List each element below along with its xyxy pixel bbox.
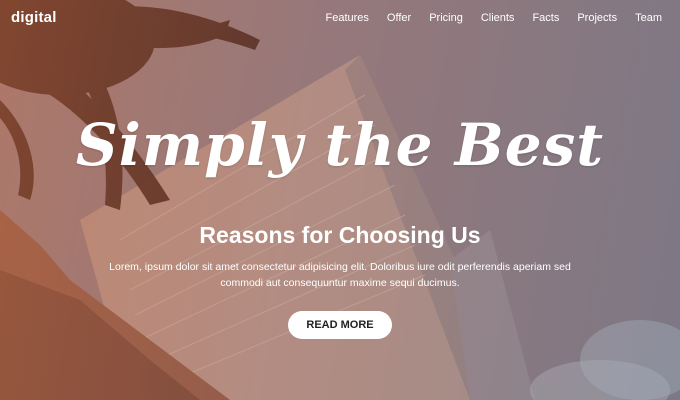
navbar: digital Features Offer Pricing Clients F… (0, 0, 680, 38)
hero-subtitle: Reasons for Choosing Us (199, 222, 481, 248)
hero-title: Simply the Best (75, 111, 605, 179)
hero-description: Lorem, ipsum dolor sit amet consectetur … (109, 261, 571, 289)
nav-item-team[interactable]: Team (635, 12, 662, 24)
nav-item-pricing[interactable]: Pricing (429, 12, 463, 24)
brand-logo[interactable]: digital (11, 9, 57, 26)
read-more-button[interactable]: READ MORE (288, 311, 392, 339)
nav-item-offer[interactable]: Offer (387, 12, 411, 24)
nav-item-clients[interactable]: Clients (481, 12, 515, 24)
hero-content: Simply the Best Reasons for Choosing Us … (0, 110, 680, 339)
nav-item-features[interactable]: Features (326, 12, 369, 24)
hero-section: digital Features Offer Pricing Clients F… (0, 0, 680, 400)
nav-menu: Features Offer Pricing Clients Facts Pro… (308, 12, 663, 24)
nav-item-projects[interactable]: Projects (577, 12, 617, 24)
nav-item-facts[interactable]: Facts (532, 12, 559, 24)
